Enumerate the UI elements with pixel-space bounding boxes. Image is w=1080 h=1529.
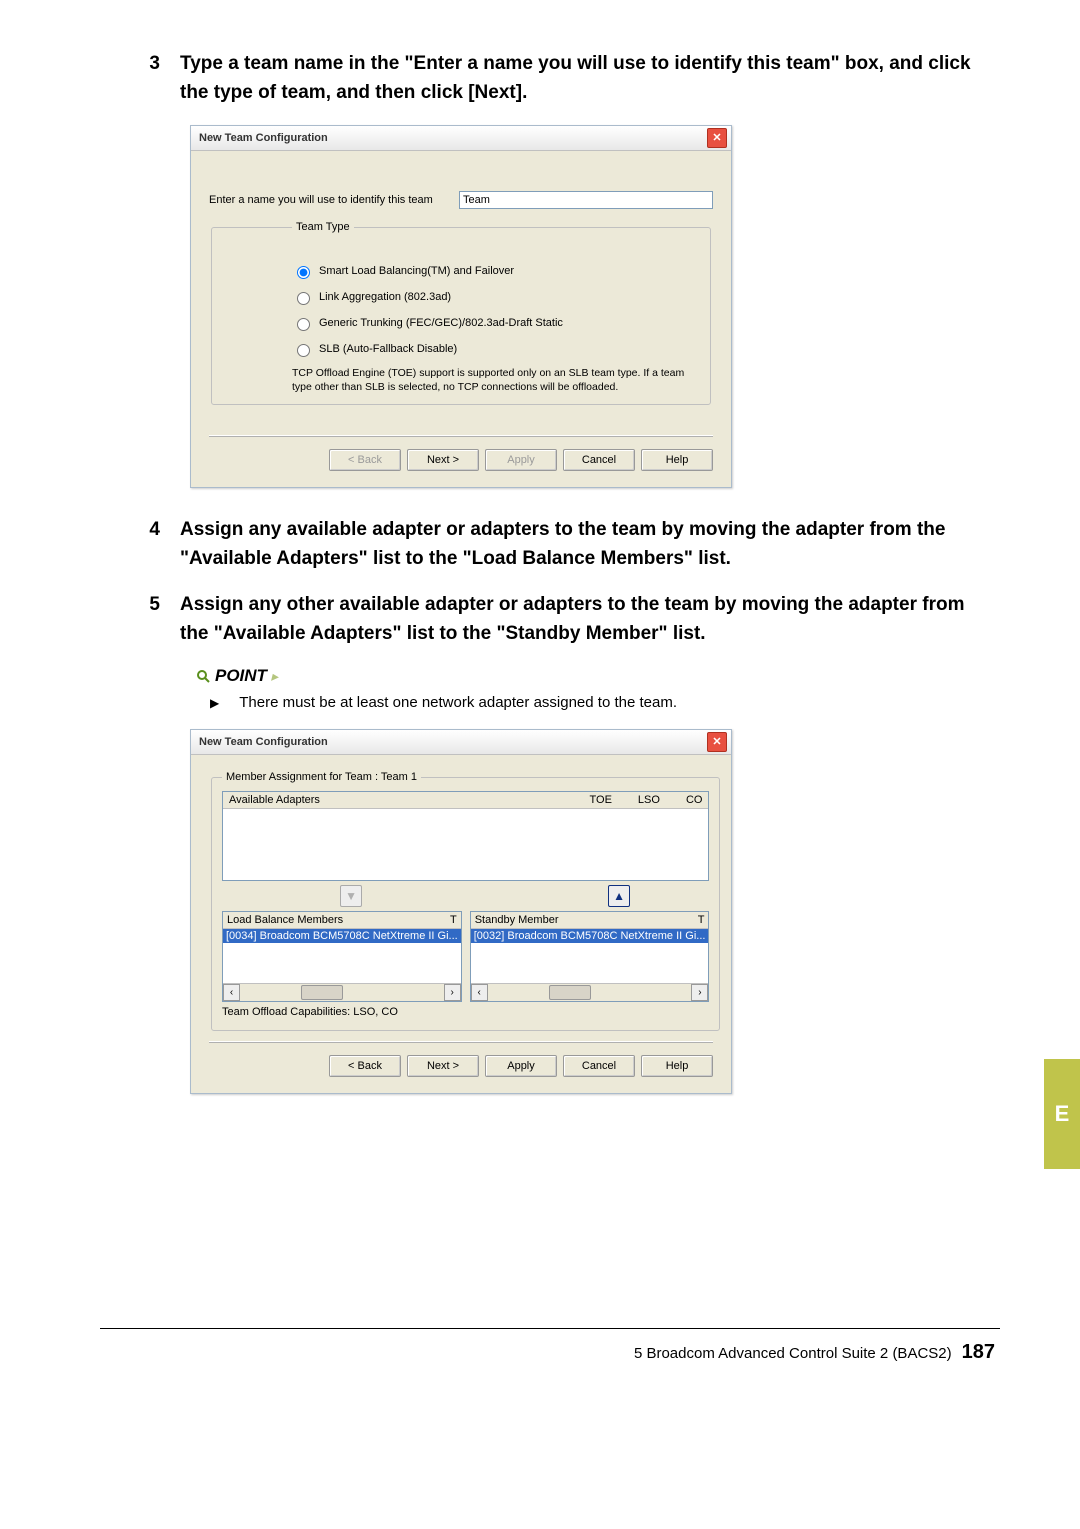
move-down-icon: ▼	[340, 885, 362, 907]
dialog1-separator	[209, 435, 713, 437]
page-footer: 5 Broadcom Advanced Control Suite 2 (BAC…	[634, 1341, 995, 1364]
standby-horiz-scrollbar[interactable]: ‹ ›	[471, 983, 709, 1001]
col-lso: LSO	[638, 794, 660, 806]
col-t2: T	[698, 914, 705, 926]
dialog2-titlebar: New Team Configuration ✕	[191, 730, 731, 755]
scroll-right-icon[interactable]: ›	[444, 984, 461, 1001]
cancel-button[interactable]: Cancel	[563, 1055, 635, 1077]
radio-slb-autofallback[interactable]	[297, 344, 310, 357]
point-body: ▶ There must be at least one network ada…	[210, 694, 980, 711]
team-type-legend: Team Type	[292, 221, 354, 233]
point-text: There must be at least one network adapt…	[239, 694, 677, 711]
radio-generic-trunking[interactable]	[297, 318, 310, 331]
footer-section: 5 Broadcom Advanced Control Suite 2 (BAC…	[634, 1345, 952, 1362]
available-adapters-list[interactable]: Available Adapters TOE LSO CO	[222, 791, 709, 881]
col-toe: TOE	[590, 794, 612, 806]
radio-generic-trunking-label: Generic Trunking (FEC/GEC)/802.3ad-Draft…	[319, 317, 563, 329]
scroll-left-icon[interactable]: ‹	[471, 984, 488, 1001]
load-balance-label: Load Balance Members	[227, 914, 343, 926]
apply-button: Apply	[485, 449, 557, 471]
back-button[interactable]: < Back	[329, 1055, 401, 1077]
team-name-input[interactable]	[459, 191, 713, 209]
help-button[interactable]: Help	[641, 1055, 713, 1077]
point-arrow-icon: ▸	[271, 668, 278, 685]
bullet-icon: ▶	[210, 696, 219, 711]
load-horiz-scrollbar[interactable]: ‹ ›	[223, 983, 461, 1001]
dialog2-title: New Team Configuration	[199, 736, 328, 748]
next-button[interactable]: Next >	[407, 449, 479, 471]
new-team-config-dialog-1: New Team Configuration ✕ Enter a name yo…	[190, 125, 732, 488]
radio-slb-autofallback-label: SLB (Auto-Fallback Disable)	[319, 343, 457, 355]
point-label: POINT	[215, 666, 267, 686]
standby-item[interactable]: [0032] Broadcom BCM5708C NetXtreme II Gi…	[471, 929, 709, 943]
available-adapters-label: Available Adapters	[229, 794, 320, 806]
radio-link-agg[interactable]	[297, 292, 310, 305]
magnifier-icon	[195, 668, 211, 684]
point-heading: POINT ▸	[195, 666, 980, 686]
help-button[interactable]: Help	[641, 449, 713, 471]
scroll-right-icon[interactable]: ›	[691, 984, 708, 1001]
move-up-icon[interactable]: ▲	[608, 885, 630, 907]
col-t: T	[450, 914, 457, 926]
member-assignment-fieldset: Member Assignment for Team : Team 1 Avai…	[211, 771, 720, 1031]
back-button: < Back	[329, 449, 401, 471]
radio-link-agg-label: Link Aggregation (802.3ad)	[319, 291, 451, 303]
step-4-number: 4	[140, 516, 160, 573]
side-tab-e: E	[1044, 1059, 1080, 1169]
close-icon[interactable]: ✕	[707, 128, 727, 148]
dialog1-button-row: < Back Next > Apply Cancel Help	[209, 445, 713, 475]
step-5: 5 Assign any other available adapter or …	[140, 591, 980, 648]
member-legend: Member Assignment for Team : Team 1	[222, 771, 421, 783]
dialog1-titlebar: New Team Configuration ✕	[191, 126, 731, 151]
scroll-left-icon[interactable]: ‹	[223, 984, 240, 1001]
apply-button[interactable]: Apply	[485, 1055, 557, 1077]
load-balance-item[interactable]: [0034] Broadcom BCM5708C NetXtreme II Gi…	[223, 929, 461, 943]
dialog2-separator	[209, 1041, 713, 1043]
col-co: CO	[686, 794, 703, 806]
new-team-config-dialog-2: New Team Configuration ✕ Member Assignme…	[190, 729, 732, 1094]
page-number: 187	[962, 1341, 995, 1364]
team-offload-caps: Team Offload Capabilities: LSO, CO	[222, 1006, 709, 1018]
step-3: 3 Type a team name in the "Enter a name …	[140, 50, 980, 107]
step-4: 4 Assign any available adapter or adapte…	[140, 516, 980, 573]
radio-slb-failover[interactable]	[297, 266, 310, 279]
dialog2-button-row: < Back Next > Apply Cancel Help	[209, 1051, 713, 1081]
close-icon[interactable]: ✕	[707, 732, 727, 752]
load-balance-members-list[interactable]: Load Balance Members T [0034] Broadcom B…	[222, 911, 462, 1002]
standby-member-list[interactable]: Standby Member T [0032] Broadcom BCM5708…	[470, 911, 710, 1002]
dialog1-title: New Team Configuration	[199, 132, 328, 144]
step-5-text: Assign any other available adapter or ad…	[180, 591, 980, 648]
footer-rule	[100, 1328, 1000, 1329]
radio-slb-failover-label: Smart Load Balancing(TM) and Failover	[319, 265, 514, 277]
step-5-number: 5	[140, 591, 160, 648]
next-button[interactable]: Next >	[407, 1055, 479, 1077]
step-4-text: Assign any available adapter or adapters…	[180, 516, 980, 573]
toe-note: TCP Offload Engine (TOE) support is supp…	[292, 367, 700, 394]
step-3-number: 3	[140, 50, 160, 107]
team-name-label: Enter a name you will use to identify th…	[209, 194, 459, 206]
step-3-text: Type a team name in the "Enter a name yo…	[180, 50, 980, 107]
team-type-fieldset: Team Type Smart Load Balancing(TM) and F…	[211, 221, 711, 405]
cancel-button[interactable]: Cancel	[563, 449, 635, 471]
standby-member-label: Standby Member	[475, 914, 559, 926]
